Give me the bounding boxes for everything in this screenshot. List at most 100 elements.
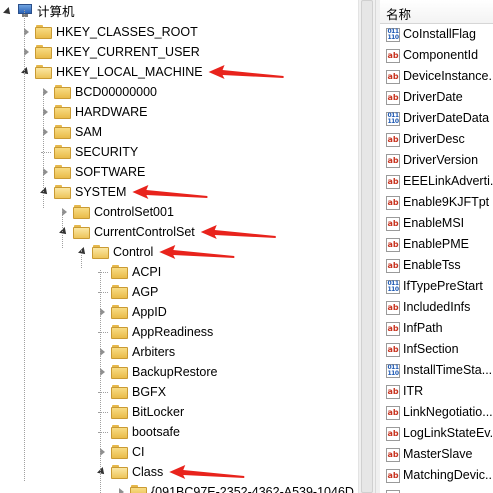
value-row[interactable]: 011 110 InstallTimeSta...: [380, 361, 493, 382]
value-row[interactable]: ab DeviceInstance...: [380, 67, 493, 88]
tree-item[interactable]: AppID: [0, 302, 358, 322]
chevron-right-icon[interactable]: [117, 488, 126, 493]
value-name: DriverDesc: [403, 132, 465, 146]
value-name: EEELinkAdverti...: [403, 174, 493, 188]
value-row[interactable]: ab: [380, 487, 493, 493]
reg-binary-icon: 011 110: [386, 364, 400, 378]
tree-root-label: 计算机: [37, 5, 75, 19]
tree-item-label: ControlSet001: [94, 205, 174, 219]
tree-root[interactable]: 计算机: [0, 2, 358, 22]
reg-sz-icon: ab: [386, 322, 400, 336]
value-name: DriverDate: [403, 90, 463, 104]
folder-icon: [111, 385, 128, 399]
value-row[interactable]: ab EnableMSI: [380, 214, 493, 235]
tree-scrollbar[interactable]: [358, 0, 375, 493]
tree-item[interactable]: SOFTWARE: [0, 162, 358, 182]
column-header-label: 名称: [386, 8, 412, 22]
reg-sz-icon: ab: [386, 343, 400, 357]
tree-item[interactable]: AGP: [0, 282, 358, 302]
value-row[interactable]: ab EnablePME: [380, 235, 493, 256]
value-row[interactable]: ab InfPath: [380, 319, 493, 340]
tree-item[interactable]: BGFX: [0, 382, 358, 402]
value-row[interactable]: ab Enable9KJFTpt: [380, 193, 493, 214]
value-row[interactable]: ab DriverVersion: [380, 151, 493, 172]
tree-item[interactable]: HKEY_LOCAL_MACHINE: [0, 62, 358, 82]
tree-item[interactable]: SYSTEM: [0, 182, 358, 202]
tree-item[interactable]: Control: [0, 242, 358, 262]
tree-connector: [24, 10, 25, 481]
reg-sz-icon: ab: [386, 259, 400, 273]
tree-item[interactable]: SECURITY: [0, 142, 358, 162]
folder-icon: [35, 45, 52, 59]
value-name: IncludedInfs: [403, 300, 471, 314]
value-row[interactable]: ab InfSection: [380, 340, 493, 361]
reg-sz-icon: ab: [386, 427, 400, 441]
tree-item-label: HKEY_LOCAL_MACHINE: [56, 65, 203, 79]
value-row[interactable]: ab MatchingDevic...: [380, 466, 493, 487]
tree-item[interactable]: Class: [0, 462, 358, 482]
folder-icon: [111, 285, 128, 299]
tree-item[interactable]: BitLocker: [0, 402, 358, 422]
folder-icon: [111, 325, 128, 339]
folder-icon: [111, 465, 128, 479]
scrollbar-thumb[interactable]: [361, 0, 373, 493]
value-row[interactable]: ab MasterSlave: [380, 445, 493, 466]
tree-item[interactable]: BackupRestore: [0, 362, 358, 382]
value-row[interactable]: ab EEELinkAdverti...: [380, 172, 493, 193]
tree-item[interactable]: ACPI: [0, 262, 358, 282]
value-row[interactable]: ab LinkNegotiatio...: [380, 403, 493, 424]
tree-item[interactable]: {091BC97E-2352-4362-A539-1046D: [0, 482, 358, 493]
tree-item[interactable]: HARDWARE: [0, 102, 358, 122]
chevron-down-icon[interactable]: [4, 8, 13, 17]
value-name: EnableTss: [403, 258, 461, 272]
tree-item-label: SECURITY: [75, 145, 139, 159]
tree-item[interactable]: SAM: [0, 122, 358, 142]
tree-item[interactable]: HKEY_CURRENT_USER: [0, 42, 358, 62]
value-row[interactable]: ab ComponentId: [380, 46, 493, 67]
folder-icon: [73, 225, 90, 239]
tree-item[interactable]: ControlSet001: [0, 202, 358, 222]
registry-tree[interactable]: 计算机 HKEY_CLASSES_ROOT HKEY_CURRENT_USER HK…: [0, 0, 358, 493]
folder-icon: [111, 405, 128, 419]
tree-item[interactable]: CurrentControlSet: [0, 222, 358, 242]
value-name: InfPath: [403, 321, 443, 335]
column-header-name[interactable]: 名称: [380, 0, 493, 24]
folder-icon: [111, 265, 128, 279]
reg-binary-icon: 011 110: [386, 280, 400, 294]
value-row[interactable]: ab DriverDate: [380, 88, 493, 109]
folder-icon: [54, 185, 71, 199]
value-row[interactable]: ab IncludedInfs: [380, 298, 493, 319]
tree-item[interactable]: bootsafe: [0, 422, 358, 442]
tree-item[interactable]: BCD00000000: [0, 82, 358, 102]
tree-item-label: Control: [113, 245, 154, 259]
value-name: IfTypePreStart: [403, 279, 483, 293]
values-list[interactable]: 名称 011 110 CoInstallFlag ab ComponentId ab Dev…: [380, 0, 493, 493]
tree-item-label: HKEY_CLASSES_ROOT: [56, 25, 198, 39]
folder-icon: [54, 85, 71, 99]
reg-sz-icon: ab: [386, 385, 400, 399]
tree-item[interactable]: AppReadiness: [0, 322, 358, 342]
value-name: ITR: [403, 384, 424, 398]
folder-icon: [73, 205, 90, 219]
folder-icon: [111, 445, 128, 459]
reg-sz-icon: ab: [386, 406, 400, 420]
tree-item[interactable]: CI: [0, 442, 358, 462]
folder-icon: [111, 425, 128, 439]
reg-sz-icon: ab: [386, 154, 400, 168]
tree-item-label: HKEY_CURRENT_USER: [56, 45, 200, 59]
tree-item[interactable]: HKEY_CLASSES_ROOT: [0, 22, 358, 42]
value-row[interactable]: 011 110 DriverDateData: [380, 109, 493, 130]
reg-sz-icon: ab: [386, 49, 400, 63]
tree-item-label: Class: [132, 465, 164, 479]
value-row[interactable]: ab EnableTss: [380, 256, 493, 277]
value-row[interactable]: 011 110 IfTypePreStart: [380, 277, 493, 298]
value-name: ComponentId: [403, 48, 479, 62]
tree-item-label: HARDWARE: [75, 105, 148, 119]
value-row[interactable]: ab ITR: [380, 382, 493, 403]
tree-item[interactable]: Arbiters: [0, 342, 358, 362]
value-row[interactable]: ab LogLinkStateEv...: [380, 424, 493, 445]
value-row[interactable]: ab DriverDesc: [380, 130, 493, 151]
tree-item-label: SAM: [75, 125, 103, 139]
folder-icon: [35, 25, 52, 39]
value-row[interactable]: 011 110 CoInstallFlag: [380, 25, 493, 46]
